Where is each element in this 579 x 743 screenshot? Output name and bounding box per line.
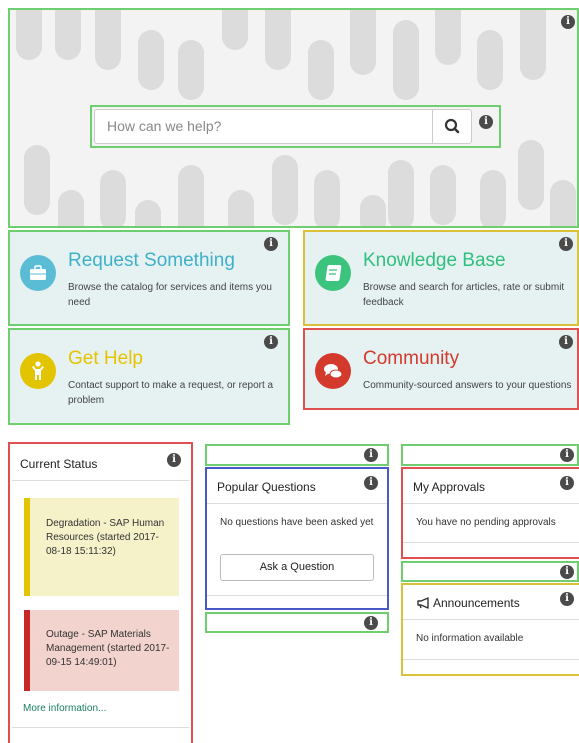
widget-placeholder: i <box>401 444 579 466</box>
current-status-panel: Current Status i Degradation - SAP Human… <box>8 442 193 743</box>
hero-pattern <box>360 195 386 226</box>
widget-placeholder: i <box>205 612 389 633</box>
announcements-panel: Announcements i No information available <box>401 583 579 676</box>
hero-pattern <box>58 190 84 226</box>
hero-pattern <box>222 10 248 50</box>
hero-pattern <box>16 10 42 60</box>
hero-pattern <box>393 20 419 100</box>
tile-description: Browse the catalog for services and item… <box>68 282 272 308</box>
divider <box>403 619 579 620</box>
book-icon <box>315 255 351 291</box>
tile-description: Community-sourced answers to your questi… <box>363 380 572 391</box>
hero-pattern <box>178 165 204 226</box>
hero-pattern <box>265 10 291 70</box>
approvals-panel: My Approvals i You have no pending appro… <box>401 467 579 559</box>
hero-pattern <box>100 170 126 226</box>
search-widget: How can we help? i <box>90 105 501 148</box>
status-item[interactable]: Outage - SAP Materials Management (start… <box>24 610 179 691</box>
info-icon[interactable]: i <box>479 115 493 129</box>
divider <box>403 659 579 660</box>
tile-get-help[interactable]: Get Help Contact support to make a reque… <box>8 328 290 425</box>
info-icon[interactable]: i <box>364 448 378 462</box>
tile-description: Contact support to make a request, or re… <box>68 380 274 406</box>
empty-message: No questions have been asked yet <box>220 517 374 528</box>
more-information-link[interactable]: More information... <box>23 702 106 716</box>
empty-message: No information available <box>416 633 524 644</box>
info-icon[interactable]: i <box>559 237 573 251</box>
widget-placeholder: i <box>401 561 579 582</box>
divider <box>207 595 387 596</box>
hero-pattern <box>388 160 414 226</box>
divider <box>12 480 189 481</box>
tile-title[interactable]: Knowledge Base <box>363 250 506 272</box>
info-icon[interactable]: i <box>167 453 181 467</box>
search-input[interactable]: How can we help? <box>94 109 472 144</box>
chat-bubbles-icon <box>315 353 351 389</box>
search-button[interactable] <box>432 109 471 144</box>
hero-pattern <box>24 145 50 215</box>
megaphone-icon <box>417 597 429 609</box>
person-icon <box>20 353 56 389</box>
info-icon[interactable]: i <box>560 448 574 462</box>
hero-pattern <box>314 170 340 226</box>
status-item[interactable]: Degradation - SAP Human Resources (start… <box>24 498 179 596</box>
info-icon[interactable]: i <box>560 565 574 579</box>
hero-pattern <box>477 30 503 90</box>
briefcase-icon <box>20 255 56 291</box>
search-icon <box>444 118 460 134</box>
hero-pattern <box>138 30 164 90</box>
divider <box>403 542 579 543</box>
tile-knowledge-base[interactable]: Knowledge Base Browse and search for art… <box>303 230 579 326</box>
info-icon[interactable]: i <box>560 592 574 606</box>
tile-description: Browse and search for articles, rate or … <box>363 282 565 308</box>
hero-pattern <box>228 190 254 226</box>
panel-title: Current Status <box>20 457 98 471</box>
info-icon[interactable]: i <box>264 335 278 349</box>
hero-pattern <box>430 165 456 225</box>
hero-pattern <box>518 140 544 210</box>
info-icon[interactable]: i <box>561 15 575 29</box>
panel-title: Popular Questions <box>217 480 316 494</box>
hero-pattern <box>520 10 546 80</box>
info-icon[interactable]: i <box>364 616 378 630</box>
hero-pattern <box>435 10 461 65</box>
status-item-text: Outage - SAP Materials Management (start… <box>46 629 170 668</box>
panel-title: Announcements <box>433 596 520 610</box>
tile-title[interactable]: Get Help <box>68 348 143 370</box>
tile-community[interactable]: Community Community-sourced answers to y… <box>303 328 579 410</box>
tile-title[interactable]: Request Something <box>68 250 235 272</box>
info-icon[interactable]: i <box>364 476 378 490</box>
status-item-text: Degradation - SAP Human Resources (start… <box>46 518 165 557</box>
tile-title[interactable]: Community <box>363 348 459 370</box>
hero-pattern <box>308 40 334 100</box>
divider <box>12 727 189 728</box>
hero-pattern <box>272 155 298 225</box>
divider <box>207 503 387 504</box>
tile-request-something[interactable]: Request Something Browse the catalog for… <box>8 230 290 326</box>
info-icon[interactable]: i <box>560 476 574 490</box>
hero-pattern <box>55 10 81 60</box>
widget-placeholder: i <box>205 444 389 466</box>
popular-questions-panel: Popular Questions i No questions have be… <box>205 467 389 610</box>
info-icon[interactable]: i <box>264 237 278 251</box>
divider <box>403 503 579 504</box>
info-icon[interactable]: i <box>559 335 573 349</box>
hero-pattern <box>95 10 121 70</box>
hero-pattern <box>350 10 376 75</box>
hero-pattern <box>550 180 576 226</box>
hero-pattern <box>178 40 204 100</box>
hero-pattern <box>135 200 161 226</box>
panel-title: My Approvals <box>413 480 486 494</box>
empty-message: You have no pending approvals <box>416 517 556 528</box>
hero-pattern <box>480 170 506 226</box>
ask-question-button[interactable]: Ask a Question <box>220 554 374 581</box>
